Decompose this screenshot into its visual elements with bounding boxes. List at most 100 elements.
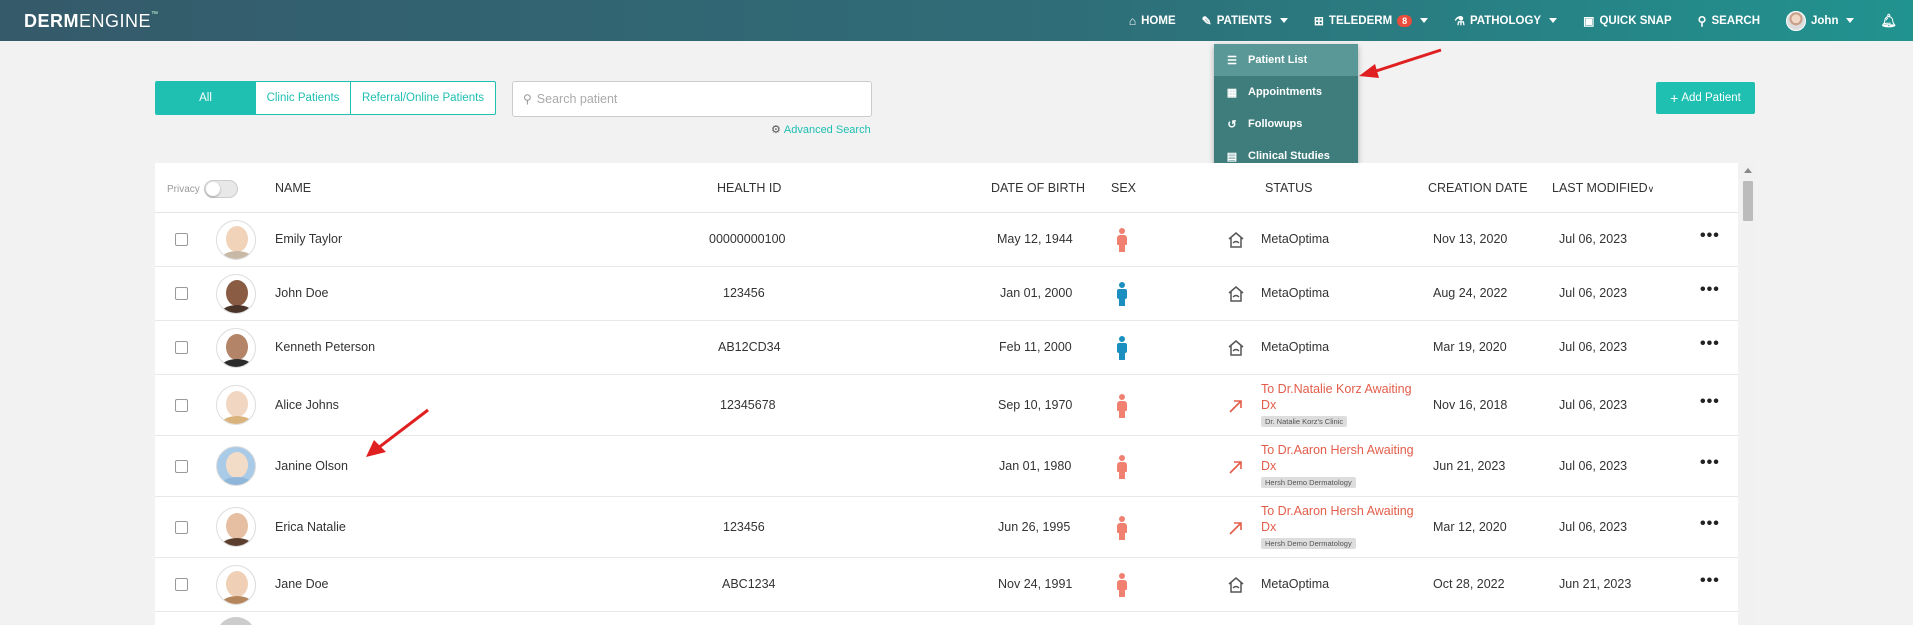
chevron-down-icon <box>1420 18 1429 23</box>
row-checkbox[interactable] <box>175 578 188 591</box>
last-modified: Jul 06, 2023 <box>1559 520 1628 534</box>
header-date-of-birth[interactable]: DATE OF BIRTH <box>991 181 1085 195</box>
patient-name[interactable]: Erica Natalie <box>275 520 346 534</box>
referral-arrow-icon <box>1229 461 1242 474</box>
table-row[interactable]: Emily Taylor 00000000100 May 12, 1944 Me… <box>155 213 1738 267</box>
filter-referral-online-patients[interactable]: Referral/Online Patients <box>351 82 495 114</box>
status-text-continued[interactable]: Dx <box>1261 458 1414 474</box>
clinic-tag: Hersh Demo Dermatology <box>1261 538 1356 549</box>
status-text-continued[interactable]: Dx <box>1261 519 1414 535</box>
menu-item-appointments[interactable]: ▦ Appointments <box>1214 76 1358 108</box>
privacy-toggle[interactable] <box>203 180 238 198</box>
table-row[interactable]: Alice Johns 12345678 Sep 10, 1970 To Dr.… <box>155 375 1738 436</box>
table-row[interactable] <box>155 612 1738 625</box>
health-id: AB12CD34 <box>718 340 781 354</box>
status-text: MetaOptima <box>1261 577 1330 591</box>
date-of-birth: Jan 01, 2000 <box>1000 286 1073 300</box>
avatar <box>216 220 256 260</box>
plus-icon: + <box>1670 90 1679 106</box>
menu-item-patient-list[interactable]: ☰ Patient List <box>1214 44 1358 76</box>
creation-date: Mar 19, 2020 <box>1433 340 1507 354</box>
nav-telederm[interactable]: ⊞ TELEDERM 8 <box>1314 14 1429 28</box>
top-navbar: DERMENGINE™ ⌂ HOME ✎ PATIENTS ⊞ TELEDERM… <box>0 0 1913 41</box>
advanced-search-link[interactable]: ⚙ Advanced Search <box>771 123 871 137</box>
last-modified: Jul 06, 2023 <box>1559 340 1628 354</box>
avatar <box>216 617 256 625</box>
row-checkbox[interactable] <box>175 460 188 473</box>
female-icon <box>1116 394 1128 418</box>
patient-name[interactable]: Jane Doe <box>275 577 329 591</box>
more-options-icon[interactable]: ••• <box>1700 393 1719 411</box>
header-sex[interactable]: SEX <box>1111 181 1136 195</box>
patient-name[interactable]: John Doe <box>275 286 329 300</box>
add-patient-button[interactable]: + Add Patient <box>1656 82 1755 114</box>
status-cell: To Dr.Natalie Korz Awaiting Dx Dr. Natal… <box>1261 381 1412 427</box>
clinic-tag: Hersh Demo Dermatology <box>1261 477 1356 488</box>
status-text[interactable]: To Dr.Aaron Hersh Awaiting <box>1261 503 1414 519</box>
header-creation-date[interactable]: CREATION DATE <box>1428 181 1528 195</box>
row-checkbox[interactable] <box>175 233 188 246</box>
menu-item-followups[interactable]: ↺ Followups <box>1214 108 1358 140</box>
clinic-icon <box>1228 232 1244 248</box>
health-id: ABC1234 <box>722 577 776 591</box>
date-of-birth: Jan 01, 1980 <box>999 459 1072 473</box>
header-health-id[interactable]: HEALTH ID <box>717 181 781 195</box>
patient-name[interactable]: Emily Taylor <box>275 232 342 246</box>
patient-name[interactable]: Janine Olson <box>275 459 348 473</box>
table-row[interactable]: Kenneth Peterson AB12CD34 Feb 11, 2000 M… <box>155 321 1738 375</box>
more-options-icon[interactable]: ••• <box>1700 572 1719 590</box>
table-row[interactable]: John Doe 123456 Jan 01, 2000 MetaOptima … <box>155 267 1738 321</box>
nav-pathology[interactable]: ⚗ PATHOLOGY <box>1454 14 1558 28</box>
header-last-modified[interactable]: LAST MODIFIED∨ <box>1552 181 1654 195</box>
table-row[interactable]: Janine Olson Jan 01, 1980 To Dr.Aaron He… <box>155 436 1738 497</box>
more-options-icon[interactable]: ••• <box>1700 335 1719 353</box>
header-name[interactable]: NAME <box>275 181 311 195</box>
last-modified: Jul 06, 2023 <box>1559 232 1628 246</box>
logo[interactable]: DERMENGINE™ <box>24 11 159 32</box>
status-text[interactable]: To Dr.Aaron Hersh Awaiting <box>1261 442 1414 458</box>
scroll-up-icon[interactable] <box>1744 168 1752 173</box>
avatar <box>216 446 256 486</box>
nav-home[interactable]: ⌂ HOME <box>1129 14 1176 28</box>
row-checkbox[interactable] <box>175 287 188 300</box>
patient-name[interactable]: Alice Johns <box>275 398 339 412</box>
table-row[interactable]: Jane Doe ABC1234 Nov 24, 1991 MetaOptima… <box>155 558 1738 612</box>
more-options-icon[interactable]: ••• <box>1700 281 1719 299</box>
search-box: ⚲ <box>512 81 872 117</box>
clinic-icon <box>1228 340 1244 356</box>
nav-quick-snap[interactable]: ▣ QUICK SNAP <box>1583 14 1672 28</box>
filter-clinic-patients[interactable]: Clinic Patients <box>256 82 351 114</box>
more-options-icon[interactable]: ••• <box>1700 454 1719 472</box>
patient-name[interactable]: Kenneth Peterson <box>275 340 375 354</box>
more-options-icon[interactable]: ••• <box>1700 227 1719 245</box>
row-checkbox[interactable] <box>175 399 188 412</box>
chevron-down-icon <box>1846 18 1855 23</box>
more-options-icon[interactable]: ••• <box>1700 515 1719 533</box>
health-id: 12345678 <box>720 398 776 412</box>
header-status[interactable]: STATUS <box>1265 181 1312 195</box>
male-icon <box>1116 282 1128 306</box>
status-text[interactable]: To Dr.Natalie Korz Awaiting <box>1261 381 1412 397</box>
date-of-birth: Nov 24, 1991 <box>998 577 1073 591</box>
list-icon: ☰ <box>1227 54 1237 67</box>
creation-date: Oct 28, 2022 <box>1433 577 1505 591</box>
patient-table: Privacy NAME HEALTH ID DATE OF BIRTH SEX… <box>155 163 1738 625</box>
home-icon: ⌂ <box>1128 13 1137 28</box>
table-row[interactable]: Erica Natalie 123456 Jun 26, 1995 To Dr.… <box>155 497 1738 558</box>
row-checkbox[interactable] <box>175 341 188 354</box>
scrollbar[interactable] <box>1741 163 1755 625</box>
creation-date: Aug 24, 2022 <box>1433 286 1508 300</box>
nav-search[interactable]: ⚲ SEARCH <box>1698 14 1760 28</box>
nav-notifications[interactable]: 🔔︎ <box>1880 13 1897 29</box>
nav-patients[interactable]: ✎ PATIENTS <box>1202 14 1288 28</box>
avatar <box>216 328 256 368</box>
status-text-continued[interactable]: Dx <box>1261 397 1412 413</box>
filter-all[interactable]: All <box>156 82 256 114</box>
scroll-thumb[interactable] <box>1743 181 1753 221</box>
annotation-arrow-icon <box>1359 48 1442 78</box>
clinic-tag: Dr. Natalie Korz's Clinic <box>1261 416 1348 427</box>
male-icon <box>1116 336 1128 360</box>
row-checkbox[interactable] <box>175 521 188 534</box>
search-input[interactable] <box>536 92 837 106</box>
nav-user-menu[interactable]: John <box>1786 10 1855 31</box>
